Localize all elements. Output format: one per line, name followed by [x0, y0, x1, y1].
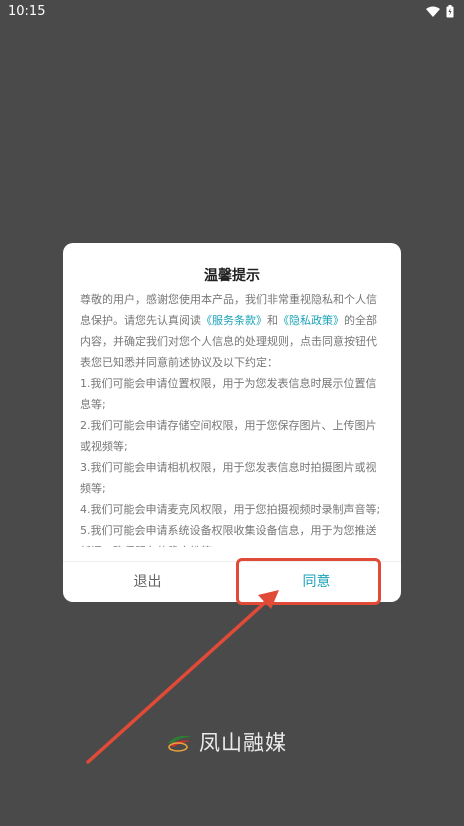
logo-text: 凤山融媒 — [199, 731, 287, 755]
app-logo: 凤山融媒 — [165, 727, 287, 757]
logo-icon — [168, 735, 192, 752]
annotation-arrow — [86, 590, 279, 764]
